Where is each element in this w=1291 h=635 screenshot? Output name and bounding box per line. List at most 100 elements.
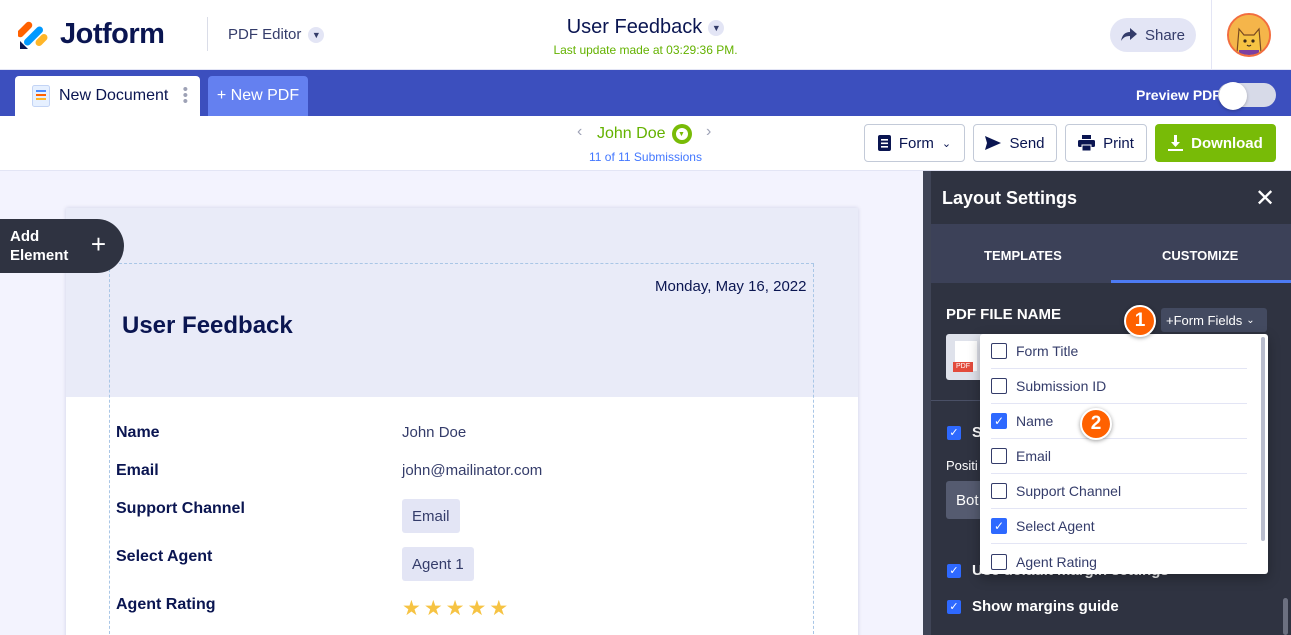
printer-icon [1078,135,1096,151]
header-divider [1211,0,1212,70]
checkbox[interactable] [991,483,1007,499]
step-badge-1: 1 [1124,305,1156,337]
page-header-band [66,208,858,397]
checkbox[interactable] [991,553,1007,570]
tab-label: New Document [59,87,169,104]
print-label: Print [1103,134,1134,152]
checkbox-checked[interactable]: ✓ [991,518,1007,534]
panel-title: Layout Settings [942,188,1078,208]
new-pdf-tab[interactable]: + New PDF [208,76,308,116]
star-icon: ★ [402,597,421,620]
dropdown-item-label: Select Agent [1016,518,1095,534]
chevron-down-icon: ▼ [708,19,725,36]
plus-icon: + [90,229,106,259]
star-icon: ★ [423,597,443,620]
dropdown-item-name[interactable]: ✓ Name [991,404,1247,439]
dropdown-item-label: Submission ID [1016,378,1107,394]
form-icon [877,135,891,151]
field-value-name: John Doe [402,424,467,441]
dropdown-item-label: Email [1016,448,1052,464]
tab-customize[interactable]: CUSTOMIZE [1162,248,1238,263]
send-button[interactable]: Send [973,124,1057,162]
chevron-right-icon[interactable]: › [706,123,711,141]
form-fields-button[interactable]: +Form Fields ⌄ [1161,308,1267,332]
dropdown-item-email[interactable]: Email [991,439,1247,474]
more-options-icon[interactable]: • • • [183,82,188,109]
form-fields-dropdown: Form Title Submission ID ✓ Name Email Su… [980,334,1268,574]
checkbox-checked[interactable]: ✓ [991,413,1007,429]
active-tab-indicator [1111,280,1291,283]
field-value-email: john@mailinator.com [402,462,543,479]
share-label: Share [1144,26,1186,44]
document-title[interactable]: User Feedback ▼ [0,16,1291,39]
document-icon [32,85,50,107]
field-label-email: Email [116,462,159,479]
field-label-support-channel: Support Channel [116,500,245,517]
margin-guide [109,263,814,264]
submission-selector[interactable]: John Doe ▼ [597,124,692,144]
dropdown-item-submission-id[interactable]: Submission ID [991,369,1247,404]
add-element-label-line2: Element [10,247,69,264]
field-value-support-channel: Email [402,499,460,533]
margin-guide [813,264,814,635]
document-title-text: User Feedback [566,16,703,38]
download-button[interactable]: Download [1155,124,1276,162]
show-margins-guide-checkbox[interactable]: ✓ [947,600,961,614]
close-icon[interactable]: ✕ [1255,184,1275,213]
submission-name: John Doe [597,125,666,142]
show-margins-guide-label: Show margins guide [972,598,1119,615]
checkbox[interactable] [991,378,1007,394]
form-label: Form [898,134,934,152]
pdf-tag: PDF [953,362,973,372]
add-element-button[interactable]: Add Element + [0,219,124,273]
download-icon [1168,135,1184,151]
share-arrow-icon [1120,28,1137,41]
send-label: Send [1009,134,1045,152]
dropdown-item-form-title[interactable]: Form Title [991,334,1247,369]
dropdown-item-select-agent[interactable]: ✓ Select Agent [991,509,1247,544]
dropdown-item-label: Name [1016,413,1054,429]
user-avatar[interactable] [1227,13,1271,57]
share-button[interactable]: Share [1110,18,1196,52]
page-title[interactable]: User Feedback [122,312,293,340]
pdf-page: Monday, May 16, 2022 User Feedback Name … [66,208,858,635]
dropdown-item-label: Agent Rating [1016,553,1097,570]
panel-scrollbar[interactable] [1283,598,1288,635]
step-badge-2: 2 [1080,408,1112,440]
page-date: Monday, May 16, 2022 [655,278,807,295]
chevron-down-icon: ⌄ [1246,314,1255,326]
position-label: Positi [946,458,978,473]
add-element-label-line1: Add [10,228,40,245]
chevron-down-icon: ▼ [671,124,692,144]
preview-pdf-toggle[interactable] [1218,82,1276,110]
margin-guide [109,264,110,635]
send-icon [985,136,1002,150]
dropdown-item-label: Support Channel [1016,483,1122,499]
document-tab-bar: New Document • • • + New PDF [0,70,1291,116]
star-icon: ★ [489,597,509,620]
chevron-left-icon[interactable]: ‹ [577,123,582,141]
field-label-select-agent: Select Agent [116,548,213,565]
preview-pdf-label: Preview PDF [1136,87,1221,103]
star-icon: ★ [445,597,465,620]
toggle-knob [1219,82,1247,110]
dropdown-scrollbar[interactable] [1261,337,1265,541]
use-default-margin-checkbox[interactable]: ✓ [947,564,961,578]
avatar-cat-icon [1229,15,1269,55]
chevron-down-icon: ⌄ [941,137,952,150]
dropdown-item-support-channel[interactable]: Support Channel [991,474,1247,509]
checkbox[interactable] [991,343,1007,359]
agent-rating-stars: ★ ★ ★ ★ ★ [402,596,508,621]
form-fields-label: +Form Fields [1166,312,1243,328]
tab-new-document[interactable]: New Document • • • [15,76,200,116]
dropdown-item-agent-rating[interactable]: Agent Rating [991,544,1247,574]
panel-resize-edge[interactable] [923,171,931,635]
last-update-text: Last update made at 03:29:36 PM. [553,43,738,57]
print-button[interactable]: Print [1065,124,1147,162]
checkbox-checked[interactable]: ✓ [947,426,961,440]
form-button[interactable]: Form ⌄ [864,124,965,162]
star-icon: ★ [467,597,487,620]
tab-templates[interactable]: TEMPLATES [984,248,1062,263]
field-label-agent-rating: Agent Rating [116,596,216,613]
checkbox[interactable] [991,448,1007,464]
